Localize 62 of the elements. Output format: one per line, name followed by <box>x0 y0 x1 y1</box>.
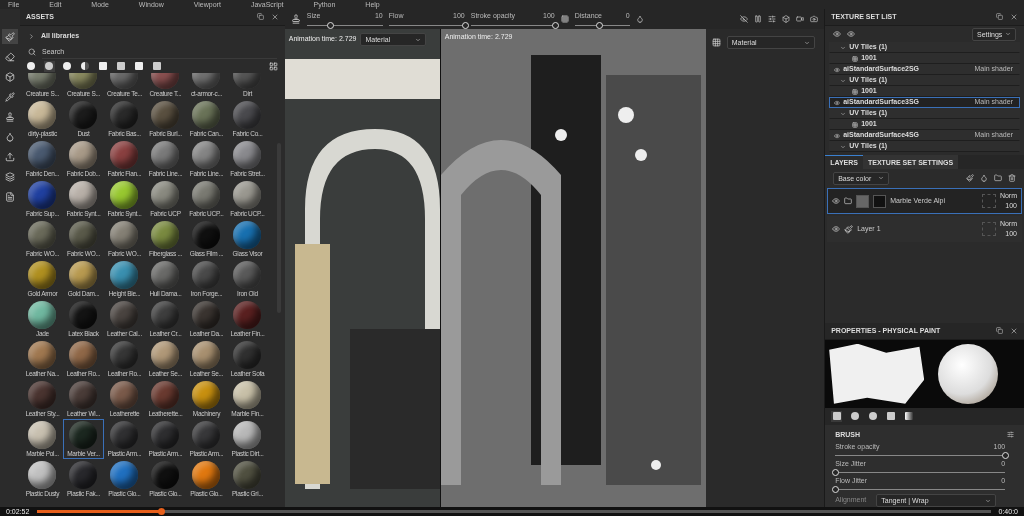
chevron-icon <box>840 110 847 117</box>
hide-icon[interactable] <box>740 15 749 23</box>
eye-icon[interactable] <box>847 30 856 38</box>
tile-icon <box>852 121 859 128</box>
droplet-icon[interactable] <box>635 15 644 23</box>
preset-icon[interactable] <box>1007 431 1014 439</box>
eye-icon[interactable] <box>832 197 841 205</box>
stamp-icon[interactable] <box>290 14 301 24</box>
grid-view-icon[interactable] <box>267 60 279 72</box>
trash-icon[interactable] <box>1008 174 1016 182</box>
material-icon[interactable] <box>44 60 55 72</box>
chevron-down-icon <box>803 39 810 46</box>
tile-icon <box>852 55 859 62</box>
close-icon[interactable] <box>1010 326 1018 335</box>
slider-thumb[interactable] <box>832 468 840 476</box>
progress-thumb[interactable] <box>158 508 166 515</box>
undock-icon[interactable] <box>996 13 1004 21</box>
camera-icon[interactable] <box>810 15 819 23</box>
undock-icon[interactable] <box>256 13 265 21</box>
chevron-down-icon <box>415 36 422 43</box>
search-icon <box>28 47 36 56</box>
close-icon[interactable] <box>1010 13 1018 21</box>
layer-thumbnail <box>856 194 870 208</box>
sphere-icon[interactable] <box>849 410 861 422</box>
slider-thumb[interactable] <box>832 486 840 493</box>
chevron-icon <box>840 143 847 150</box>
sliders-icon[interactable] <box>768 15 777 23</box>
chevron-icon <box>840 77 847 84</box>
slider-thumb[interactable] <box>551 21 559 29</box>
tile-icon <box>852 88 859 95</box>
eye-icon <box>834 66 841 73</box>
chevron-down-icon <box>878 175 885 181</box>
layers-icon[interactable] <box>2 169 18 184</box>
slider-thumb[interactable] <box>1002 451 1010 459</box>
pipette-icon[interactable] <box>2 89 18 104</box>
eye-icon <box>834 99 841 106</box>
chevron-down-icon <box>985 497 992 504</box>
eye-icon[interactable] <box>833 30 842 38</box>
slider-thumb[interactable] <box>326 21 334 29</box>
half-circle-icon[interactable] <box>80 60 91 72</box>
gradient-icon[interactable] <box>903 410 915 422</box>
channel-icon[interactable] <box>711 38 721 47</box>
mask-slot <box>981 194 996 208</box>
eye-icon <box>834 132 841 139</box>
mask-slot <box>981 222 996 236</box>
eye-icon[interactable] <box>832 225 841 233</box>
mask-thumbnail <box>873 194 887 208</box>
close-icon[interactable] <box>270 13 279 21</box>
chevron-down-icon <box>1005 31 1011 37</box>
slider-thumb[interactable] <box>461 21 469 29</box>
cube-icon[interactable] <box>782 15 791 23</box>
folder-icon[interactable] <box>994 174 1002 182</box>
video-camera-icon[interactable] <box>796 15 805 23</box>
pause-icon[interactable] <box>754 15 763 23</box>
slider-thumb[interactable] <box>596 21 604 29</box>
chevron-icon[interactable] <box>28 33 35 40</box>
chevron-icon <box>840 44 847 51</box>
square-icon[interactable] <box>62 60 73 72</box>
droplet-icon[interactable] <box>980 174 988 182</box>
folder-icon <box>844 197 853 205</box>
sphere-icon[interactable] <box>26 60 37 72</box>
undock-icon[interactable] <box>996 326 1004 335</box>
